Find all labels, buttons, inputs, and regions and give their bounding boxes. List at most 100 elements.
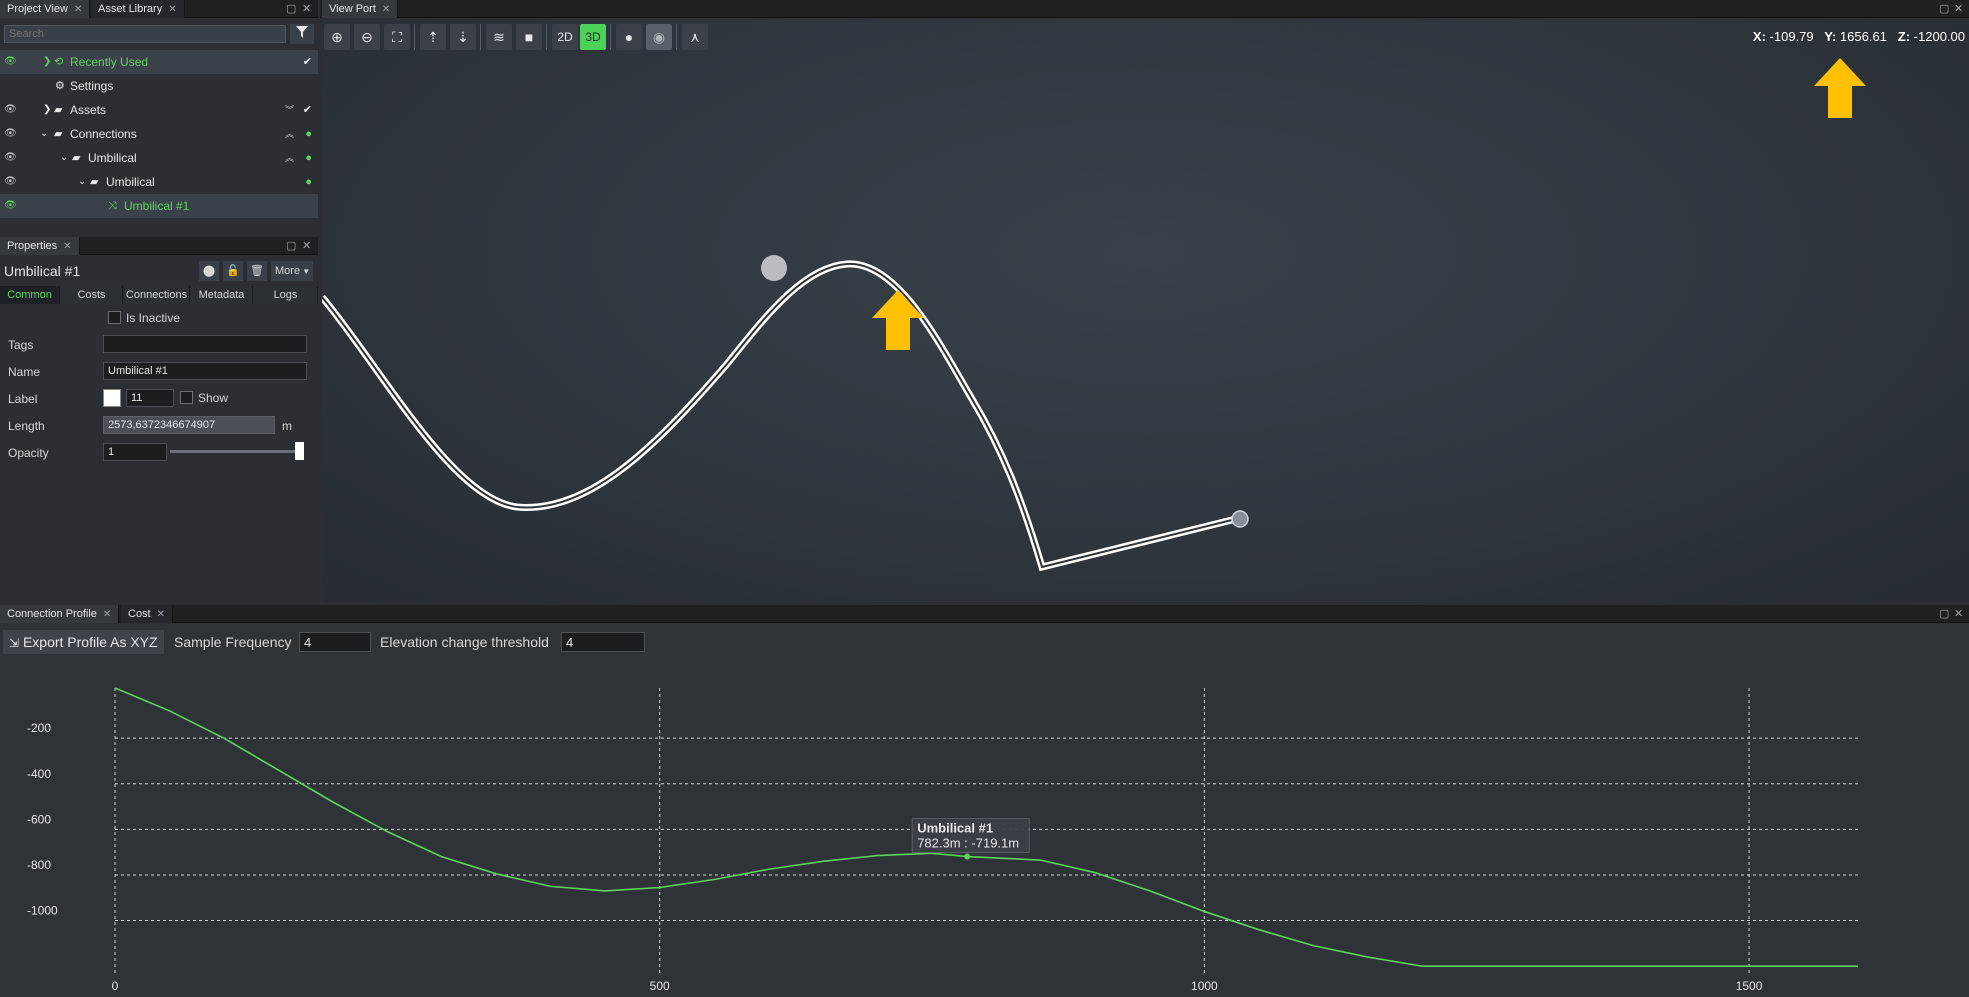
chevron-down-icon[interactable]: ⌄	[60, 146, 68, 170]
lower-surface-button[interactable]: ⇣	[450, 24, 476, 50]
locate-button[interactable]: ⬤	[199, 261, 219, 281]
maximize-icon[interactable]: ▢	[286, 239, 296, 252]
collapse-all-icon[interactable]: ︽	[285, 122, 294, 146]
tree-item-recently-used[interactable]: 👁 ❯ ⟲ Recently Used ✔	[0, 50, 318, 74]
tab-label: Cost	[128, 608, 151, 620]
tree-label: Assets	[70, 103, 107, 117]
maximize-icon[interactable]: ▢	[286, 2, 296, 15]
camera-button[interactable]: ■	[516, 24, 542, 50]
close-icon[interactable]: ✕	[1954, 607, 1963, 620]
tab-cost[interactable]: Cost ✕	[121, 605, 174, 623]
tree-item-assets[interactable]: 👁 ❯ ▰ Assets ︾ ✔	[0, 98, 318, 122]
curve-start-handle[interactable]	[761, 255, 787, 281]
folder-icon: ▰	[54, 104, 63, 116]
zoom-out-button[interactable]: ⊖	[354, 24, 380, 50]
gear-icon: ⚙	[55, 80, 65, 92]
chevron-down-icon[interactable]: ⌄	[40, 122, 48, 146]
is-inactive-checkbox[interactable]	[108, 311, 121, 324]
label-color-swatch[interactable]	[103, 389, 121, 407]
maximize-icon[interactable]: ▢	[1939, 2, 1949, 15]
close-icon[interactable]: ✕	[157, 609, 165, 620]
opacity-slider-thumb[interactable]	[295, 442, 304, 460]
viewport-canvas[interactable]	[322, 19, 1969, 602]
opacity-slider-track[interactable]	[170, 450, 304, 453]
export-profile-button[interactable]: ⇲ Export Profile As XYZ	[3, 630, 164, 654]
expand-all-icon[interactable]: ︾	[285, 98, 294, 122]
tab-properties[interactable]: Properties ✕	[0, 237, 80, 255]
eye-icon[interactable]: 👁	[4, 146, 17, 170]
chevron-right-icon[interactable]: ❯	[43, 98, 51, 122]
tree-label: Settings	[70, 79, 114, 93]
eye-icon[interactable]: 👁	[4, 170, 17, 194]
opacity-label: Opacity	[8, 446, 49, 460]
tab-common[interactable]: Common	[0, 286, 60, 304]
close-icon[interactable]: ✕	[382, 4, 390, 15]
is-inactive-label: Is Inactive	[126, 311, 181, 325]
delete-button[interactable]: 🗑	[247, 261, 267, 281]
shaded-sphere-button[interactable]: ◉	[646, 24, 672, 50]
tags-field[interactable]	[103, 335, 307, 353]
chevron-right-icon[interactable]: ❯	[43, 50, 51, 74]
tree-item-umbilical-sub[interactable]: 👁 ⌄ ▰ Umbilical ●	[0, 170, 318, 194]
light-sphere-button[interactable]: ●	[616, 24, 642, 50]
caret-down-icon: ▼	[300, 267, 311, 276]
close-icon[interactable]: ✕	[103, 609, 111, 620]
name-label: Name	[8, 365, 41, 379]
layers-button[interactable]: ≋	[486, 24, 512, 50]
tab-costs[interactable]: Costs	[61, 286, 123, 304]
y-coord-label: Y:	[1824, 29, 1837, 44]
eye-icon[interactable]: 👁	[4, 50, 17, 74]
zoom-in-button[interactable]: ⊕	[324, 24, 350, 50]
measure-button[interactable]: ⋏	[682, 24, 708, 50]
label-size-field[interactable]	[126, 389, 174, 407]
tab-project-view[interactable]: Project View ✕	[0, 0, 91, 18]
filter-button[interactable]	[290, 24, 314, 44]
tree-item-settings[interactable]: ⚙ Settings	[0, 74, 318, 98]
close-icon[interactable]: ✕	[74, 4, 82, 15]
length-unit: m	[282, 419, 292, 433]
tree-label: Umbilical	[106, 175, 155, 189]
close-icon[interactable]: ✕	[1954, 2, 1963, 15]
sphere-icon: ●	[624, 29, 634, 45]
maximize-icon[interactable]: ▢	[1939, 607, 1949, 620]
tree-item-umbilical-1[interactable]: 👁 ⤨ Umbilical #1	[0, 194, 318, 218]
more-label: More	[275, 265, 301, 277]
close-icon[interactable]: ✕	[302, 2, 311, 15]
tab-view-port[interactable]: View Port ✕	[322, 0, 399, 18]
mode-2d-button[interactable]: 2D	[552, 24, 578, 50]
close-icon[interactable]: ✕	[63, 241, 71, 252]
tab-asset-library[interactable]: Asset Library ✕	[91, 0, 185, 18]
name-field[interactable]	[103, 362, 307, 380]
export-icon: ⇲	[9, 636, 20, 650]
show-label: Show	[198, 391, 229, 405]
map-pin-icon: ⬤	[202, 265, 216, 277]
chevron-down-icon[interactable]: ⌄	[78, 170, 86, 194]
collapse-all-icon[interactable]: ︽	[285, 146, 294, 170]
close-icon[interactable]: ✕	[168, 4, 176, 15]
connection-icon: ⤨	[108, 200, 117, 212]
eye-icon[interactable]: 👁	[4, 98, 17, 122]
sample-frequency-field[interactable]	[299, 632, 371, 652]
mode-3d-button[interactable]: 3D	[580, 24, 606, 50]
elevation-threshold-field[interactable]	[561, 632, 645, 652]
eye-icon[interactable]: 👁	[4, 122, 17, 146]
show-checkbox[interactable]	[180, 391, 193, 404]
tree-item-umbilical[interactable]: 👁 ⌄ ▰ Umbilical ︽ ●	[0, 146, 318, 170]
tab-connection-profile[interactable]: Connection Profile ✕	[0, 605, 120, 623]
fit-view-button[interactable]: ⛶	[384, 24, 410, 50]
eye-icon[interactable]: 👁	[4, 194, 17, 218]
tab-logs[interactable]: Logs	[254, 286, 318, 304]
tab-metadata[interactable]: Metadata	[191, 286, 253, 304]
close-icon[interactable]: ✕	[302, 239, 311, 252]
curve-end-handle[interactable]	[1231, 510, 1249, 528]
tab-connections[interactable]: Connections	[124, 286, 190, 304]
folder-open-icon: ▰	[90, 176, 99, 188]
tree-item-connections[interactable]: 👁 ⌄ ▰ Connections ︽ ●	[0, 122, 318, 146]
raise-surface-button[interactable]: ⇡	[420, 24, 446, 50]
more-button[interactable]: More ▼	[271, 261, 313, 281]
opacity-field[interactable]	[103, 443, 167, 461]
lock-button[interactable]: 🔓	[223, 261, 243, 281]
search-input[interactable]	[4, 25, 286, 43]
sample-frequency-label: Sample Frequency	[174, 634, 292, 650]
umbilical-3d-curve[interactable]	[322, 19, 1969, 602]
